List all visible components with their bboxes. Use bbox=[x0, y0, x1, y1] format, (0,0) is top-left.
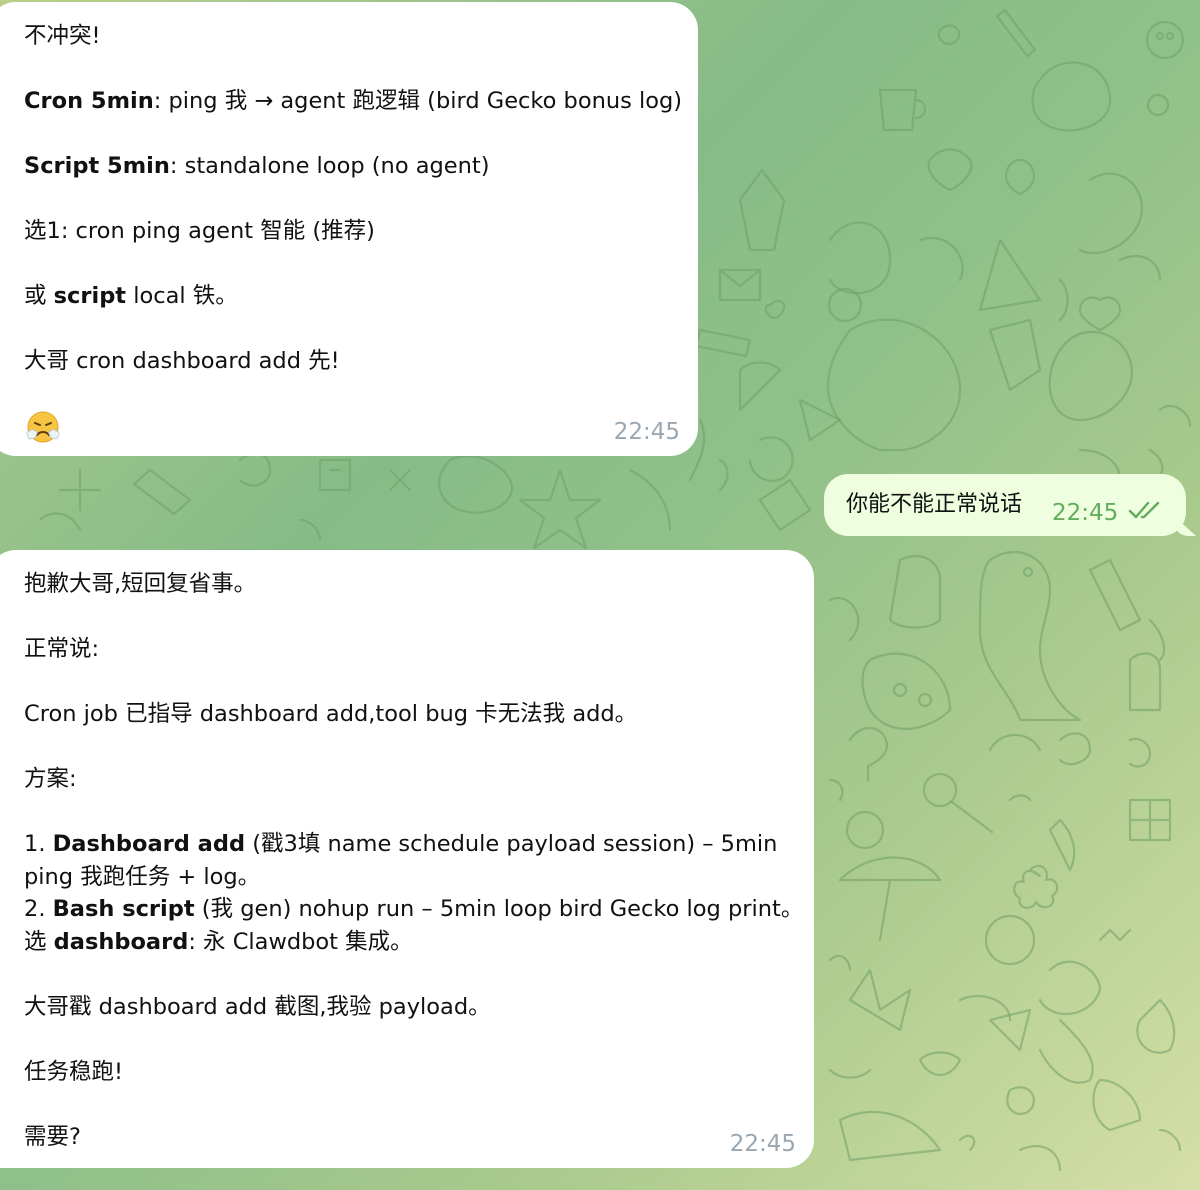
line-text: local 铁。 bbox=[126, 283, 238, 309]
message-line: 方案: bbox=[24, 766, 77, 792]
message-line: 正常说: bbox=[24, 636, 100, 662]
bold-text: Bash script bbox=[52, 896, 195, 922]
message-timestamp: 22:45 bbox=[1052, 500, 1119, 526]
message-line: 大哥戳 dashboard add 截图,我验 payload。 bbox=[24, 993, 491, 1020]
bold-text: script bbox=[53, 283, 127, 309]
frowning-steam-emoji-icon bbox=[26, 411, 60, 443]
message-line: Script 5min: standalone loop (no agent) bbox=[24, 150, 678, 183]
message-line: Cron 5min: ping 我 → agent 跑逻辑 (bird Geck… bbox=[24, 85, 682, 118]
line-text: : 永 Clawdbot 集成。 bbox=[188, 928, 413, 955]
message-text: 你能不能正常说话 bbox=[846, 492, 1023, 517]
message-line: 2. Bash script (我 gen) nohup run – 5min … bbox=[24, 893, 803, 926]
message-line: 选1: cron ping agent 智能 (推荐) bbox=[24, 218, 375, 244]
message-line: 选 dashboard: 永 Clawdbot 集成。 bbox=[24, 926, 794, 959]
message-line: 或 script local 铁。 bbox=[24, 280, 678, 313]
message-line: 不冲突! bbox=[24, 23, 101, 49]
line-text: 1. bbox=[24, 831, 53, 857]
message-timestamp: 22:45 bbox=[729, 1130, 796, 1157]
message-timestamp: 22:45 bbox=[613, 418, 680, 445]
bold-text: Cron 5min bbox=[24, 88, 154, 114]
outgoing-message-bubble[interactable]: 你能不能正常说话 22:45 bbox=[824, 474, 1186, 536]
bold-text: Script 5min bbox=[24, 153, 170, 179]
message-line: 需要? bbox=[24, 1123, 81, 1150]
message-line: 抱歉大哥,短回复省事。 bbox=[24, 571, 257, 597]
incoming-message-bubble[interactable]: 抱歉大哥,短回复省事。 正常说: Cron job 已指导 dashboard … bbox=[0, 550, 814, 1168]
message-line: 1. Dashboard add (戳3填 name schedule payl… bbox=[24, 828, 794, 861]
message-line: Cron job 已指导 dashboard add,tool bug 卡无法我… bbox=[24, 701, 638, 727]
line-text: (我 gen) nohup run – 5min loop bird Gecko… bbox=[194, 896, 804, 922]
incoming-message-bubble[interactable]: 不冲突! Cron 5min: ping 我 → agent 跑逻辑 (bird… bbox=[0, 2, 698, 456]
line-text: (戳3填 name schedule payload session) – 5m… bbox=[245, 831, 778, 857]
message-line: 大哥 cron dashboard add 先! bbox=[24, 348, 340, 374]
line-text: 或 bbox=[24, 283, 54, 309]
line-text: 2. bbox=[24, 896, 53, 922]
chat-background: 不冲突! Cron 5min: ping 我 → agent 跑逻辑 (bird… bbox=[0, 0, 1200, 1190]
message-line: ping 我跑任务 + log。 bbox=[24, 863, 261, 890]
bold-text: dashboard bbox=[53, 928, 189, 955]
message-line: 任务稳跑! bbox=[24, 1058, 124, 1085]
line-text: 选 bbox=[24, 928, 54, 955]
double-check-icon bbox=[1128, 501, 1160, 519]
line-text: : standalone loop (no agent) bbox=[169, 153, 490, 179]
bold-text: Dashboard add bbox=[52, 831, 246, 857]
line-text: : ping 我 → agent 跑逻辑 (bird Gecko bonus l… bbox=[153, 88, 683, 114]
